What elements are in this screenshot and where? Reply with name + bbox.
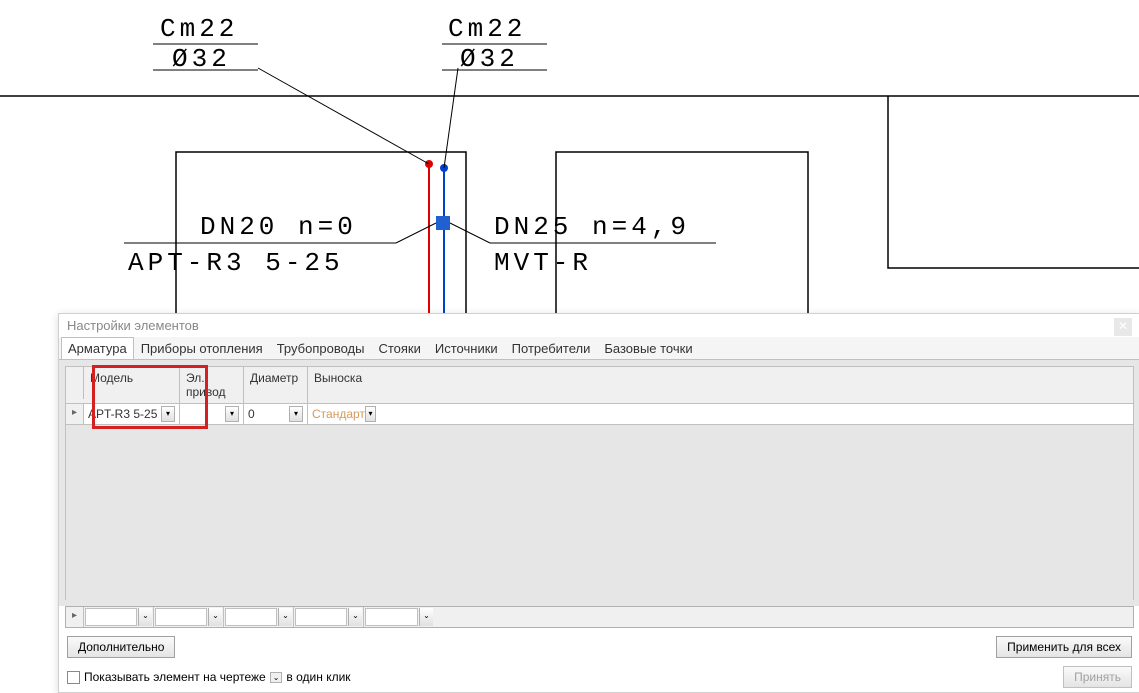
annotation-label: Ø32 (172, 44, 231, 74)
table-row[interactable]: ▸ APT-R3 5-25▾ ▾ 0▾ Стандарт▾ (65, 404, 1134, 425)
footer-row: Показывать элемент на чертеже ⌄ в один к… (59, 662, 1139, 692)
cell-diameter[interactable]: 0▾ (244, 404, 308, 424)
chevron-down-icon[interactable]: ⌄ (348, 608, 362, 626)
chevron-down-icon[interactable]: ⌄ (138, 608, 152, 626)
annotation-label: MVT-R (494, 248, 592, 278)
apply-all-button[interactable]: Применить для всех (996, 636, 1132, 658)
annotation-label: Cm22 (448, 14, 526, 44)
one-click-label: в один клик (286, 670, 350, 684)
col-diameter[interactable]: Диаметр (244, 367, 308, 403)
chevron-down-icon[interactable]: ⌄ (208, 608, 222, 626)
annotation-label: Cm22 (160, 14, 238, 44)
annotation-label: DN20 n=0 (200, 212, 357, 242)
row-selector-icon[interactable]: ▸ (66, 607, 84, 627)
filter-input[interactable] (225, 608, 277, 626)
tab-base-points[interactable]: Базовые точки (597, 337, 699, 359)
col-callout[interactable]: Выноска (308, 367, 380, 403)
grid-header-row: Модель Эл. привод Диаметр Выноска (65, 366, 1134, 404)
chevron-down-icon[interactable]: ▾ (365, 406, 376, 422)
data-grid: Модель Эл. привод Диаметр Выноска ▸ APT-… (59, 360, 1139, 606)
tab-fittings[interactable]: Арматура (61, 337, 134, 359)
tab-bar: Арматура Приборы отопления Трубопроводы … (59, 337, 1139, 360)
filter-input[interactable] (365, 608, 418, 626)
close-icon[interactable]: ✕ (1114, 318, 1132, 336)
filter-row: ▸ ⌄ ⌄ ⌄ ⌄ ⌄ (65, 606, 1134, 628)
tab-sources[interactable]: Источники (428, 337, 505, 359)
cell-model[interactable]: APT-R3 5-25▾ (84, 404, 180, 424)
filter-input[interactable] (85, 608, 137, 626)
col-drive[interactable]: Эл. привод (180, 367, 244, 403)
dialog-title: Настройки элементов ✕ (59, 314, 1139, 337)
tab-consumers[interactable]: Потребители (505, 337, 598, 359)
element-settings-dialog: Настройки элементов ✕ Арматура Приборы о… (58, 313, 1139, 693)
tab-heating-devices[interactable]: Приборы отопления (134, 337, 270, 359)
chevron-down-icon[interactable]: ▾ (289, 406, 303, 422)
cell-drive[interactable]: ▾ (180, 404, 244, 424)
annotation-label: DN25 n=4,9 (494, 212, 690, 242)
show-on-drawing-checkbox[interactable] (67, 671, 80, 684)
annotation-label: Ø32 (460, 44, 519, 74)
chevron-down-icon[interactable]: ▾ (161, 406, 175, 422)
accept-button[interactable]: Принять (1063, 666, 1132, 688)
more-button[interactable]: Дополнительно (67, 636, 175, 658)
tab-risers[interactable]: Стояки (371, 337, 427, 359)
filter-input[interactable] (295, 608, 347, 626)
annotation-label: APT-R3 5-25 (128, 248, 344, 278)
cell-callout[interactable]: Стандарт▾ (308, 404, 380, 424)
row-selector-icon[interactable]: ▸ (66, 404, 84, 424)
filter-input[interactable] (155, 608, 207, 626)
button-bar: Дополнительно Применить для всех (59, 632, 1139, 662)
chevron-down-icon[interactable]: ▾ (225, 406, 239, 422)
chevron-down-icon[interactable]: ⌄ (278, 608, 292, 626)
tab-pipes[interactable]: Трубопроводы (270, 337, 372, 359)
chevron-down-icon[interactable]: ⌄ (419, 608, 433, 626)
checkbox-label: Показывать элемент на чертеже (84, 670, 266, 684)
chevron-down-icon[interactable]: ⌄ (270, 672, 283, 683)
col-model[interactable]: Модель (84, 367, 180, 403)
